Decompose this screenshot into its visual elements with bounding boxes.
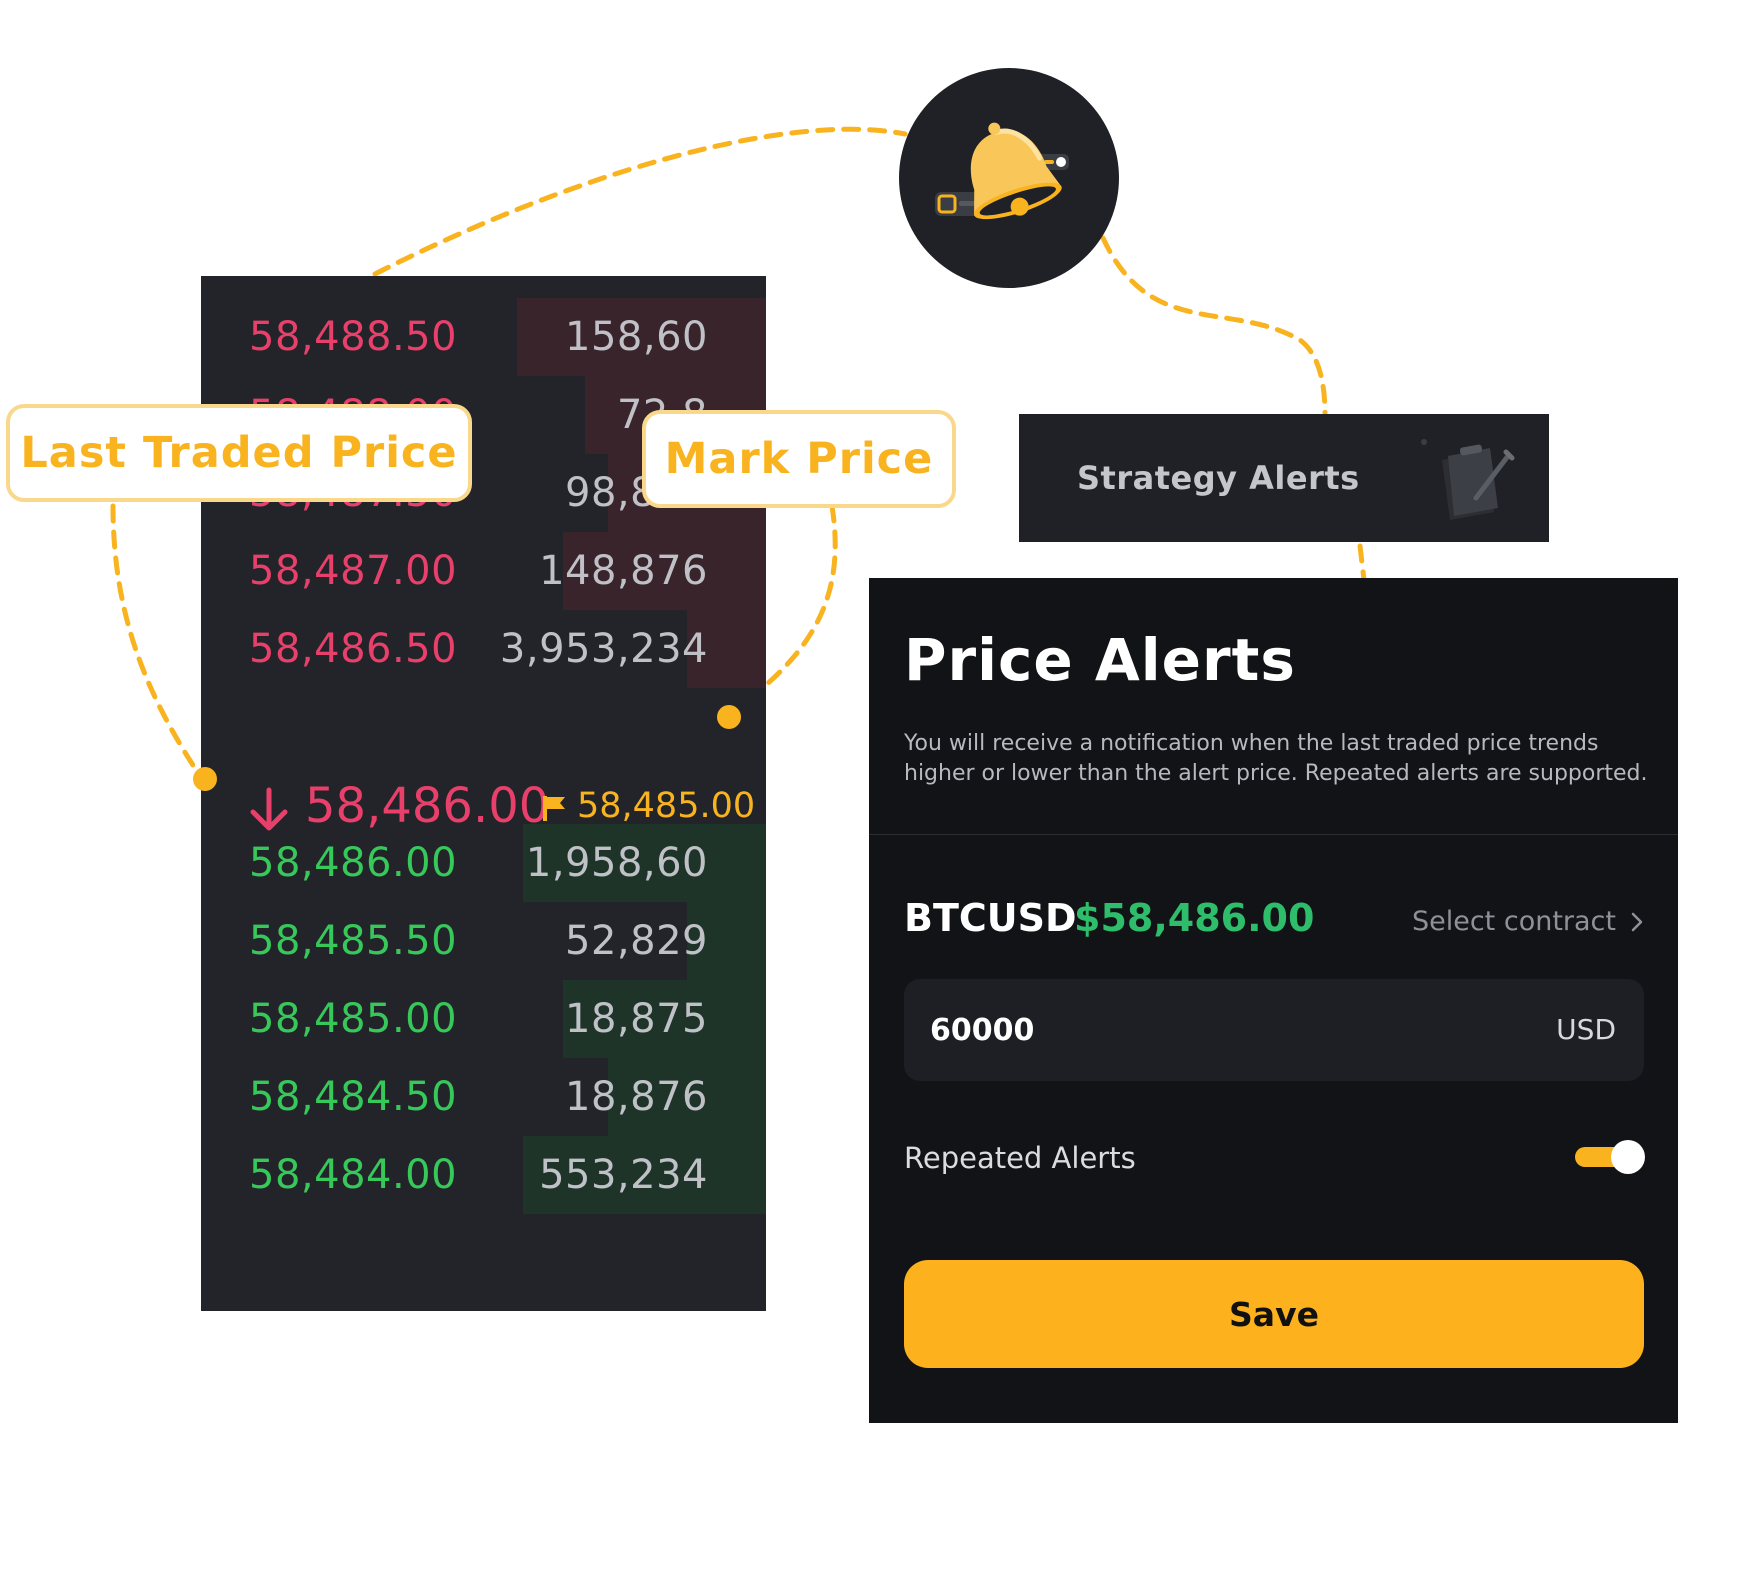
bid-size: 18,875 <box>565 996 708 1042</box>
bid-size: 52,829 <box>565 918 708 964</box>
bid-price: 58,486.00 <box>249 840 458 886</box>
bid-price: 58,484.00 <box>249 1152 458 1198</box>
connector-ltp-to-dot <box>110 503 203 779</box>
ask-row[interactable]: 58,487.00 148,876 <box>201 532 766 610</box>
strategy-alerts-label: Strategy Alerts <box>1077 459 1360 497</box>
connector-badge-to-book <box>372 126 908 277</box>
connector-strategy-to-panel <box>1357 543 1367 583</box>
bid-size: 553,234 <box>539 1152 708 1198</box>
bid-row[interactable]: 58,485.50 52,829 <box>201 902 766 980</box>
bid-price: 58,485.00 <box>249 996 458 1042</box>
price-input-field: USD <box>904 979 1644 1081</box>
ask-price: 58,486.50 <box>249 626 458 672</box>
bell-icon <box>935 122 1069 220</box>
ask-price: 58,487.00 <box>249 548 458 594</box>
select-contract-label: Select contract <box>1411 906 1616 937</box>
toggle-knob <box>1611 1140 1645 1174</box>
bid-row[interactable]: 58,484.50 18,876 <box>201 1058 766 1136</box>
page-title: Price Alerts <box>904 626 1296 694</box>
alert-badge <box>899 68 1119 288</box>
symbol-row: BTCUSD $58,486.00 Select contract <box>904 896 1644 946</box>
symbol-name: BTCUSD <box>904 896 1077 940</box>
divider <box>869 834 1678 835</box>
bid-size: 18,876 <box>565 1074 708 1120</box>
price-alerts-panel: Price Alerts You will receive a notifica… <box>869 578 1678 1423</box>
bid-price: 58,485.50 <box>249 918 458 964</box>
description-text: You will receive a notification when the… <box>904 731 1648 786</box>
bid-row[interactable]: 58,484.00 553,234 <box>201 1136 766 1214</box>
flag-icon <box>543 796 565 821</box>
connector-dot <box>717 705 741 729</box>
select-contract-link[interactable]: Select contract <box>1412 906 1644 937</box>
clipboard-icon <box>1421 439 1515 520</box>
ask-price: 58,488.50 <box>249 314 458 360</box>
save-button[interactable]: Save <box>904 1260 1644 1368</box>
bid-row[interactable]: 58,485.00 18,875 <box>201 980 766 1058</box>
connector-dot <box>193 767 217 791</box>
callout-mark-price: Mark Price <box>642 410 956 508</box>
ask-row[interactable]: 58,488.50 158,60 <box>201 298 766 376</box>
bid-price: 58,484.50 <box>249 1074 458 1120</box>
ask-size: 148,876 <box>539 548 708 594</box>
ask-size: 3,953,234 <box>499 626 708 672</box>
symbol-price: $58,486.00 <box>1074 896 1315 940</box>
ask-row[interactable]: 58,486.50 3,953,234 <box>201 610 766 688</box>
repeated-alerts-toggle[interactable] <box>1575 1138 1645 1176</box>
price-unit: USD <box>1556 1013 1616 1046</box>
bid-row[interactable]: 58,486.00 1,958,60 <box>201 824 766 902</box>
repeated-alerts-label: Repeated Alerts <box>904 1141 1136 1175</box>
chevron-right-icon <box>1631 912 1643 931</box>
connector-badge-to-strategy <box>1100 235 1328 418</box>
strategy-alerts-card[interactable]: Strategy Alerts <box>1019 414 1549 542</box>
callout-last-traded-price: Last Traded Price <box>6 404 472 502</box>
alert-price-input[interactable] <box>930 979 1490 1081</box>
ask-size: 158,60 <box>565 314 708 360</box>
bid-size: 1,958,60 <box>525 840 708 886</box>
